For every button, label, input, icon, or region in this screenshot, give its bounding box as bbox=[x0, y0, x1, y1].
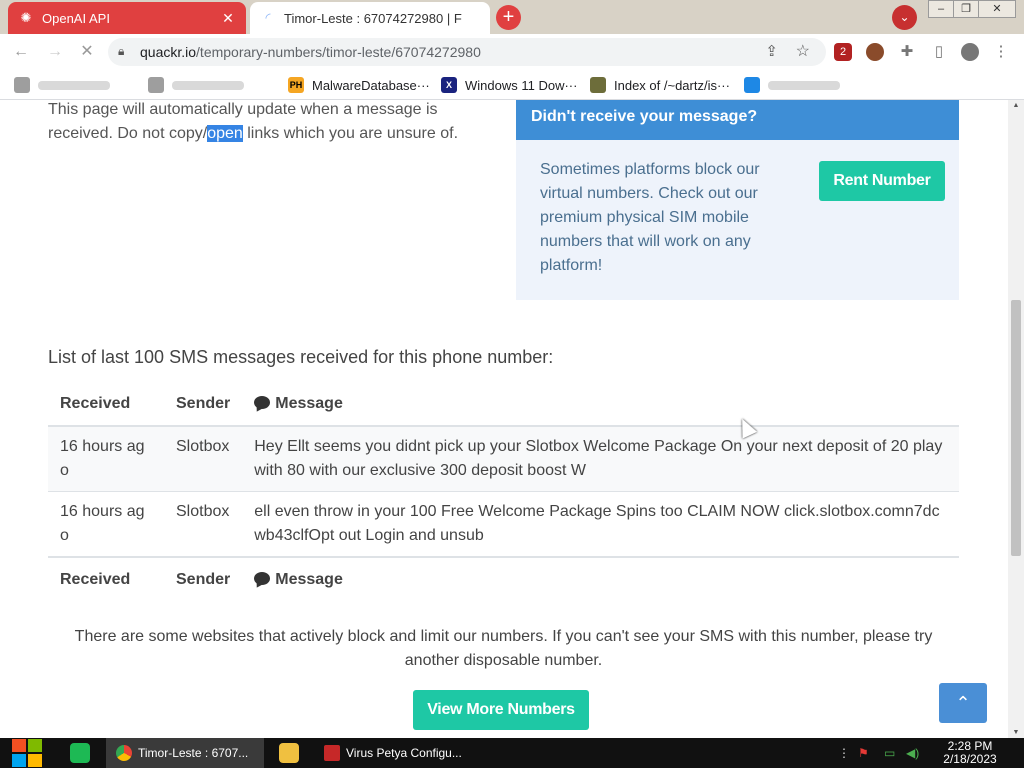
column-header-message: Message bbox=[242, 382, 959, 427]
bookmark-item[interactable] bbox=[148, 76, 244, 94]
bookmarks-bar: PH MalwareDatabase··· X Windows 11 Dow··… bbox=[0, 70, 1024, 100]
browser-toolbar: ← → ✕ 🔒︎ quackr.io/temporary-numbers/tim… bbox=[0, 34, 1024, 70]
page-scrollbar[interactable]: ▲ ▼ bbox=[1008, 100, 1024, 738]
bookmark-label-placeholder bbox=[768, 80, 840, 90]
bookmark-item[interactable]: X Windows 11 Dow··· bbox=[441, 76, 577, 94]
bookmark-label: Index of /~dartz/is··· bbox=[614, 77, 730, 93]
action-center-flag-icon[interactable]: ⚑ bbox=[858, 746, 869, 760]
extension-avatar-icon[interactable] bbox=[866, 43, 884, 61]
page-content: This page will automatically update when… bbox=[0, 100, 1008, 738]
file-explorer-icon[interactable] bbox=[279, 743, 299, 763]
taskbar-app-chrome[interactable]: Timor-Leste : 6707... bbox=[106, 738, 264, 768]
bookmark-item[interactable]: Index of /~dartz/is··· bbox=[590, 76, 730, 94]
message-cell: ell even throw in your 100 Free Welcome … bbox=[242, 491, 959, 557]
view-more-numbers-button[interactable]: View More Numbers bbox=[413, 690, 589, 730]
tab-search-button[interactable]: ⌄ bbox=[892, 5, 917, 30]
table-header-row: Received Sender Message bbox=[48, 382, 959, 427]
ph-icon: PH bbox=[288, 77, 304, 93]
column-footer-message: Message bbox=[242, 556, 959, 601]
extensions-puzzle-icon[interactable]: ✚ bbox=[898, 43, 916, 61]
speech-bubble-icon bbox=[254, 571, 271, 585]
bookmark-item[interactable]: PH MalwareDatabase··· bbox=[288, 76, 430, 94]
table-footer-row: Received Sender Message bbox=[48, 556, 959, 601]
tab-title: OpenAI API bbox=[42, 10, 110, 26]
tab-timor-leste[interactable]: ◜ Timor-Leste : 67074272980 | F bbox=[250, 2, 490, 34]
bookmark-star-icon[interactable]: ☆ bbox=[796, 41, 810, 61]
share-icon[interactable]: ⇪ bbox=[765, 42, 778, 60]
received-cell: 16 hours ago bbox=[48, 425, 164, 492]
chrome-icon bbox=[116, 745, 132, 761]
system-clock[interactable]: 2:28 PM 2/18/2023 bbox=[930, 740, 1010, 766]
browser-titlebar: ✺ OpenAI API ✕ ◜ Timor-Leste : 670742729… bbox=[0, 0, 1024, 34]
received-cell: 16 hours ago bbox=[48, 491, 164, 557]
bookmark-icon bbox=[14, 77, 30, 93]
sms-table: Received Sender Message 16 hours ago Slo… bbox=[48, 382, 959, 601]
openai-icon: ✺ bbox=[20, 10, 32, 25]
scroll-up-arrow-icon[interactable]: ▲ bbox=[1008, 102, 1024, 109]
table-row: 16 hours ago Slotbox ell even throw in y… bbox=[48, 491, 959, 557]
ublock-extension-icon[interactable]: 2 bbox=[834, 43, 852, 61]
notice-body: Sometimes platforms block our virtual nu… bbox=[540, 161, 760, 274]
petya-skull-icon bbox=[324, 745, 340, 761]
x-icon: X bbox=[441, 77, 457, 93]
back-to-top-button[interactable]: ⌃ bbox=[939, 683, 987, 723]
back-button[interactable]: ← bbox=[10, 41, 32, 63]
bookmark-label-placeholder bbox=[38, 80, 110, 90]
sender-cell: Slotbox bbox=[164, 491, 243, 557]
windows-start-icon[interactable] bbox=[10, 738, 44, 768]
bookmark-label: MalwareDatabase··· bbox=[312, 77, 430, 93]
bookmark-label-placeholder bbox=[172, 80, 244, 90]
sender-cell: Slotbox bbox=[164, 425, 243, 492]
new-tab-button[interactable]: + bbox=[496, 5, 521, 30]
bookmark-item[interactable] bbox=[14, 76, 110, 94]
bookmark-item[interactable] bbox=[744, 76, 840, 94]
bookmark-label: Windows 11 Dow··· bbox=[465, 77, 578, 93]
lock-icon[interactable]: 🔒︎ bbox=[118, 44, 124, 59]
selected-text: open bbox=[207, 125, 243, 142]
close-window-button[interactable]: ✕ bbox=[978, 0, 1016, 18]
extension-badge: 2 bbox=[839, 46, 847, 58]
message-cell: Hey Ellt seems you didnt pick up your Sl… bbox=[242, 425, 959, 492]
stop-loading-button[interactable]: ✕ bbox=[76, 41, 98, 63]
speech-bubble-icon bbox=[254, 395, 271, 409]
notice-title: Didn't receive your message? bbox=[516, 100, 959, 140]
forward-button[interactable]: → bbox=[44, 41, 66, 63]
scrollbar-thumb[interactable] bbox=[1011, 300, 1021, 556]
table-row: 16 hours ago Slotbox Hey Ellt seems you … bbox=[48, 425, 959, 492]
column-footer-sender: Sender bbox=[164, 556, 243, 601]
tab-openai-api[interactable]: ✺ OpenAI API ✕ bbox=[8, 2, 246, 34]
blocking-footnote: There are some websites that actively bl… bbox=[74, 628, 933, 669]
address-bar[interactable]: 🔒︎ quackr.io/temporary-numbers/timor-les… bbox=[108, 38, 826, 66]
taskbar-app-petya[interactable]: Virus Petya Configu... bbox=[314, 738, 472, 768]
tab-close-icon[interactable]: ✕ bbox=[220, 10, 236, 27]
profile-avatar-icon[interactable] bbox=[961, 43, 979, 61]
bookmark-icon bbox=[590, 77, 606, 93]
windows-taskbar: Timor-Leste : 6707... Virus Petya Config… bbox=[0, 738, 1024, 768]
loading-spinner-icon: ◜ bbox=[265, 10, 271, 25]
rent-number-button[interactable]: Rent Number bbox=[819, 161, 945, 201]
volume-icon[interactable]: ◀) bbox=[906, 746, 919, 760]
notice-panel: Didn't receive your message? Sometimes p… bbox=[516, 100, 959, 300]
pinned-app-icon[interactable] bbox=[70, 743, 90, 763]
column-footer-received: Received bbox=[48, 556, 164, 601]
column-header-sender: Sender bbox=[164, 382, 243, 427]
scroll-down-arrow-icon[interactable]: ▼ bbox=[1008, 729, 1024, 736]
side-panel-icon[interactable]: ▯ bbox=[930, 43, 948, 61]
tray-overflow-icon[interactable]: ⋮ bbox=[838, 746, 850, 760]
intro-text: This page will automatically update when… bbox=[48, 101, 459, 142]
bookmark-icon bbox=[148, 77, 164, 93]
address-url[interactable]: quackr.io/temporary-numbers/timor-leste/… bbox=[140, 44, 481, 60]
sms-list-title: List of last 100 SMS messages received f… bbox=[48, 347, 554, 367]
minimize-button[interactable]: – bbox=[928, 0, 954, 18]
network-icon[interactable]: ▭ bbox=[884, 746, 895, 760]
maximize-button[interactable]: ❐ bbox=[953, 0, 979, 18]
column-header-received: Received bbox=[48, 382, 164, 427]
tab-title: Timor-Leste : 67074272980 | F bbox=[284, 10, 462, 26]
bookmark-icon bbox=[744, 77, 760, 93]
menu-kebab-icon[interactable]: ⋮ bbox=[992, 43, 1010, 61]
